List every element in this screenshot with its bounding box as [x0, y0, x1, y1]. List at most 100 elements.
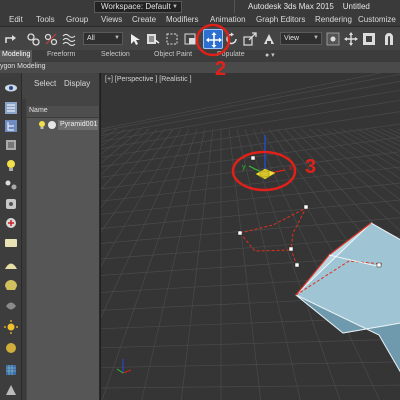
document-title: Untitled	[342, 2, 370, 11]
grid-line	[101, 128, 118, 140]
light-bulb-icon[interactable]	[4, 158, 18, 172]
grid-line	[101, 128, 166, 208]
select-and-manipulate-icon[interactable]	[344, 32, 358, 46]
light-bulb-icon[interactable]	[37, 120, 47, 130]
display-children-icon[interactable]	[4, 178, 18, 192]
freeze-icon[interactable]	[47, 120, 57, 130]
grid-line	[101, 128, 150, 176]
geometry-icon[interactable]	[4, 258, 18, 272]
main-toolbar: All ▼ View ▼	[0, 26, 400, 50]
grid-line	[101, 81, 400, 136]
grid-filter-icon[interactable]	[4, 363, 18, 377]
hierarchy-view-icon[interactable]	[4, 119, 18, 133]
pivot-center-icon[interactable]	[326, 32, 340, 46]
camera-icon[interactable]	[4, 278, 18, 292]
reference-coordinate-dropdown[interactable]: View ▼	[280, 32, 322, 45]
grid-line	[101, 128, 190, 319]
spacewarp-icon[interactable]	[4, 299, 18, 313]
select-and-place-icon[interactable]	[262, 32, 276, 46]
grid-line	[101, 128, 142, 164]
unlink-icon[interactable]	[44, 32, 58, 46]
menu-rendering[interactable]: Rendering	[315, 15, 352, 24]
sun-icon[interactable]	[4, 320, 18, 334]
move-icon	[206, 32, 222, 48]
menu-modifiers[interactable]: Modifiers	[166, 15, 198, 24]
window-crossing-icon[interactable]	[183, 32, 197, 46]
snaps-toggle-icon[interactable]	[382, 32, 396, 46]
ribbon-tabs: Modeling Freeform Selection Object Paint…	[0, 50, 400, 62]
reference-coordinate-value: View	[284, 35, 300, 42]
tab-modeling[interactable]: Modeling	[0, 50, 33, 62]
select-by-name-icon[interactable]	[146, 32, 160, 46]
annotation-number-3: 3	[305, 156, 317, 178]
grid-line	[101, 384, 400, 389]
menu-edit[interactable]: Edit	[9, 15, 23, 24]
menu-bar: Workspace: Default ▼ Autodesk 3ds Max 20…	[0, 0, 400, 26]
grid-line	[101, 123, 400, 168]
app-title: Autodesk 3ds Max 2015 Untitled	[248, 2, 370, 11]
grid-line	[101, 128, 158, 190]
grid-line	[101, 89, 400, 142]
ribbon-subpanel: ygon Modeling	[0, 62, 400, 73]
tab-selection[interactable]: Selection	[101, 51, 130, 58]
gizmo-axis-y: y	[242, 164, 246, 171]
grid-line	[101, 361, 400, 368]
workspace-dropdown[interactable]: Workspace: Default ▼	[94, 1, 182, 13]
menu-create[interactable]: Create	[132, 15, 156, 24]
title-divider	[234, 0, 235, 13]
bone-icon[interactable]	[4, 197, 18, 211]
scale-icon[interactable]	[243, 32, 257, 46]
chevron-down-icon: ▼	[313, 35, 319, 41]
perspective-viewport[interactable]: y x [+] [Perspective ] [Realistic ]	[100, 73, 400, 400]
layer-view-icon[interactable]	[4, 138, 18, 152]
tab-freeform[interactable]: Freeform	[47, 51, 75, 58]
bind-spacewarp-icon[interactable]	[62, 32, 76, 46]
grid-line	[101, 128, 126, 147]
list-view-icon[interactable]	[4, 101, 18, 115]
rotate-icon[interactable]	[225, 32, 239, 46]
view-axis-tripod	[116, 359, 132, 374]
menu-views[interactable]: Views	[101, 15, 122, 24]
link-icon[interactable]	[26, 32, 40, 46]
keyboard-shortcut-override-icon[interactable]	[362, 32, 376, 46]
chevron-down-icon: ▼	[172, 4, 178, 10]
gizmo-axis-x: x	[289, 165, 293, 172]
grid-line	[141, 128, 206, 400]
xref-icon[interactable]	[4, 341, 18, 355]
select-object-icon[interactable]	[128, 32, 142, 46]
more-filters-icon[interactable]	[4, 383, 18, 397]
grid-line	[101, 128, 198, 400]
column-header-name[interactable]: Name	[27, 106, 99, 118]
polygon-modeling-label[interactable]: ygon Modeling	[0, 63, 46, 70]
explorer-tab-select[interactable]: Select	[34, 79, 56, 88]
pyramid-object[interactable]	[295, 222, 400, 373]
object-name[interactable]: Pyramid001	[58, 120, 98, 130]
explorer-toolbar	[0, 73, 22, 400]
menu-animation[interactable]: Animation	[210, 15, 246, 24]
list-item[interactable]: Pyramid001	[37, 120, 99, 130]
viewport-label-menu[interactable]: [+] [Perspective ] [Realistic ]	[105, 76, 192, 83]
menu-graph-editors[interactable]: Graph Editors	[256, 15, 305, 24]
explorer-tab-display[interactable]: Display	[64, 79, 90, 88]
menu-group[interactable]: Group	[66, 15, 88, 24]
viewport-scene[interactable]: y x	[101, 73, 400, 400]
menu-customize[interactable]: Customize	[358, 15, 396, 24]
ribbon-options-icon[interactable]: ● ▾	[265, 51, 275, 59]
chevron-down-icon: ▼	[114, 35, 120, 41]
rectangular-selection-icon[interactable]	[165, 32, 179, 46]
eye-icon[interactable]	[4, 81, 18, 95]
grid-line	[101, 338, 400, 349]
menu-tools[interactable]: Tools	[36, 15, 55, 24]
scene-object-list: Name Pyramid001	[27, 106, 99, 400]
shape-icon[interactable]	[4, 236, 18, 250]
selection-filter-dropdown[interactable]: All ▼	[83, 32, 123, 45]
tab-populate[interactable]: Populate	[217, 51, 245, 58]
column-header-label: Name	[29, 107, 48, 114]
redo-icon[interactable]	[4, 32, 18, 46]
grid-line	[101, 166, 400, 202]
select-and-move-button[interactable]	[203, 29, 223, 49]
helper-icon[interactable]	[4, 216, 18, 230]
tab-object-paint[interactable]: Object Paint	[154, 51, 192, 58]
selection-filter-value: All	[87, 35, 95, 42]
explorer-gutter	[22, 99, 26, 400]
